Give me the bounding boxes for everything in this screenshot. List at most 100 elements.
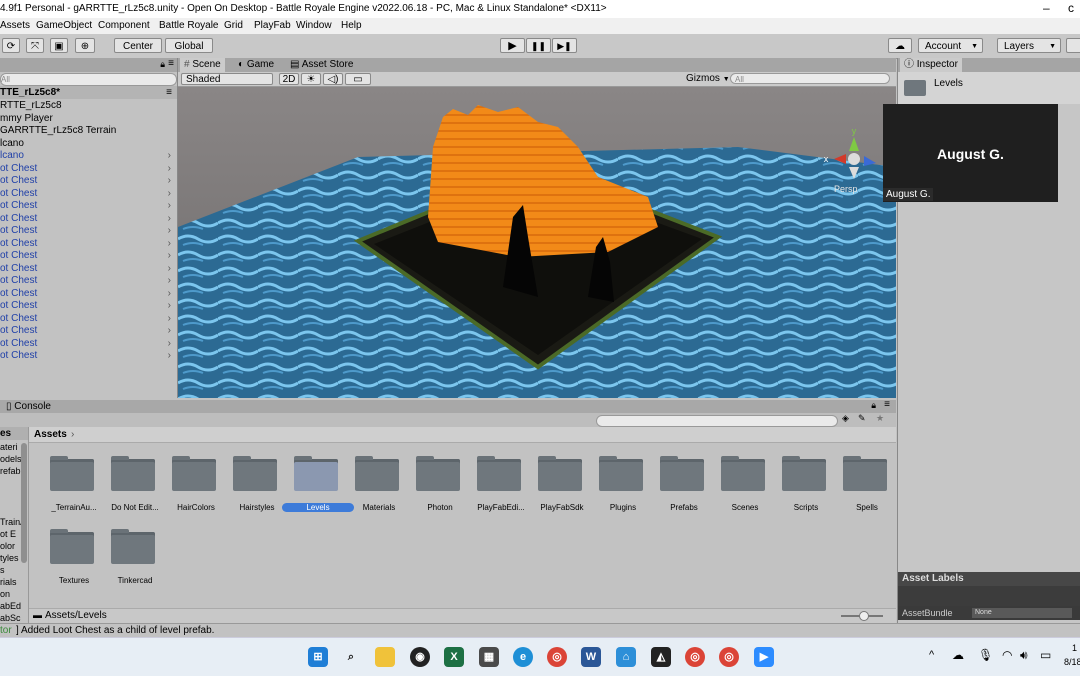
clock-time[interactable]: 1 [1072, 643, 1077, 653]
status-message[interactable]: ] Added Loot Chest as a child of level p… [16, 625, 214, 636]
project-search-input[interactable] [596, 415, 838, 427]
folder-item[interactable]: Scripts [776, 456, 836, 514]
chevron-right-icon[interactable]: › [168, 325, 171, 338]
scene-header[interactable]: TTE_rLz5c8* ≡ [0, 86, 177, 99]
hierarchy-item[interactable]: lcano [0, 138, 177, 151]
chevron-right-icon[interactable]: › [168, 150, 171, 163]
layers-dropdown[interactable]: Layers ▼ [997, 38, 1061, 53]
folder-item[interactable]: Textures [44, 529, 104, 587]
hierarchy-item[interactable]: ot Chest › [0, 225, 177, 238]
pause-button[interactable]: ❚❚ [526, 38, 551, 53]
tab-scene[interactable]: # Scene [180, 58, 225, 72]
chevron-right-icon[interactable]: › [168, 200, 171, 213]
hierarchy-item[interactable]: ot Chest › [0, 238, 177, 251]
minimize-button[interactable]: – [1043, 1, 1050, 15]
project-tree-item[interactable]: ateri [0, 442, 18, 452]
favorite-icon[interactable]: ★ [876, 413, 884, 424]
persp-label[interactable]: Persp [834, 184, 858, 194]
menu-grid[interactable]: Grid [224, 20, 243, 31]
chevron-right-icon[interactable]: › [168, 188, 171, 201]
folder-item[interactable]: Spells [837, 456, 897, 514]
chevron-right-icon[interactable]: › [168, 250, 171, 263]
menu-battle-royale[interactable]: Battle Royale [159, 20, 218, 31]
zoom-slider-thumb[interactable] [859, 611, 869, 621]
folder-item[interactable]: Prefabs [654, 456, 714, 514]
hierarchy-item[interactable]: ot Chest › [0, 275, 177, 288]
chevron-right-icon[interactable]: › [168, 238, 171, 251]
chevron-right-icon[interactable]: › [168, 288, 171, 301]
folder-item[interactable]: Scenes [715, 456, 775, 514]
clock-date[interactable]: 8/18 [1064, 657, 1080, 667]
folder-item[interactable]: Hairstyles [227, 456, 287, 514]
chevron-right-icon[interactable]: › [168, 275, 171, 288]
filter-label-icon[interactable]: ✎ [858, 413, 866, 424]
start-icon[interactable]: ⊞ [308, 647, 328, 667]
project-tree-item[interactable]: s [0, 565, 5, 575]
hierarchy-item[interactable]: ot Chest › [0, 213, 177, 226]
folder-item[interactable]: PlayFabEdi... [471, 456, 531, 514]
play-button[interactable]: ▶ [500, 38, 525, 53]
project-tree-item[interactable]: rials [0, 577, 17, 587]
menu-playfab[interactable]: PlayFab [254, 20, 291, 31]
file-explorer-icon[interactable] [375, 647, 395, 667]
scene-search-input[interactable]: All [730, 73, 890, 84]
project-tree-item[interactable]: abEd [0, 601, 21, 611]
cloud-icon[interactable]: ☁ [888, 38, 912, 53]
chevron-right-icon[interactable]: › [168, 263, 171, 276]
gizmos-dropdown[interactable]: Gizmos ▼ [686, 73, 730, 84]
project-tree-item[interactable]: on [0, 589, 10, 599]
folder-item[interactable]: Materials [349, 456, 409, 514]
tab-asset-store[interactable]: ▤ Asset Store [286, 58, 357, 72]
chrome-icon[interactable]: ◎ [547, 647, 567, 667]
search-icon[interactable]: ⌕ [341, 647, 361, 667]
project-tree-header[interactable]: es [0, 427, 28, 440]
hierarchy-item[interactable]: ot Chest › [0, 163, 177, 176]
scene-viewport[interactable]: y x Persp [178, 87, 896, 398]
folder-item[interactable]: Tinkercad [105, 529, 165, 587]
chevron-right-icon[interactable]: › [168, 300, 171, 313]
hierarchy-item[interactable]: ot Chest › [0, 175, 177, 188]
space-global-button[interactable]: Global [165, 38, 213, 53]
menu-component[interactable]: Component [98, 20, 150, 31]
lock-icon[interactable]: 🔒︎ [160, 59, 165, 70]
menu-icon[interactable]: ≡ [884, 399, 890, 410]
folder-item[interactable]: Photon [410, 456, 470, 514]
2d-toggle[interactable]: 2D [279, 73, 299, 85]
project-tree-item[interactable]: abSc [0, 613, 21, 623]
lighting-icon[interactable]: ☀ [301, 73, 321, 85]
folder-item[interactable]: PlayFabSdk [532, 456, 592, 514]
transform-tool-icon[interactable]: ⊕ [75, 38, 95, 53]
hierarchy-item[interactable]: ot Chest › [0, 263, 177, 276]
filter-type-icon[interactable]: ◈ [842, 413, 849, 424]
hierarchy-search-input[interactable]: All [0, 73, 177, 86]
hierarchy-item[interactable]: ot Chest › [0, 313, 177, 326]
menu-window[interactable]: Window [296, 20, 332, 31]
tab-inspector[interactable]: ⓘ Inspector [900, 58, 962, 72]
folder-item[interactable]: HairColors [166, 456, 226, 514]
tab-console[interactable]: ▯ Console [2, 400, 55, 413]
hierarchy-item[interactable]: ot Chest › [0, 200, 177, 213]
folder-item[interactable]: Do Not Edit... [105, 456, 165, 514]
hierarchy-item[interactable]: GARRTTE_rLz5c8 Terrain [0, 125, 177, 138]
audio-icon[interactable]: ◁) [323, 73, 343, 85]
chrome-notify-icon[interactable]: ◎ [719, 647, 739, 667]
calculator-icon[interactable]: ▦ [479, 647, 499, 667]
menu-help[interactable]: Help [341, 20, 362, 31]
hierarchy-item[interactable]: mmy Player [0, 113, 177, 126]
lock-icon[interactable]: 🔒︎ [871, 400, 876, 411]
project-tree-item[interactable]: tyles [0, 553, 19, 563]
step-button[interactable]: ▶❚ [552, 38, 577, 53]
network-icon[interactable]: ⌂ [616, 647, 636, 667]
volume-icon[interactable]: 🔊︎ [1020, 648, 1028, 663]
excel-icon[interactable]: X [444, 647, 464, 667]
hierarchy-item[interactable]: ot Chest › [0, 325, 177, 338]
chevron-right-icon[interactable]: › [168, 225, 171, 238]
assetbundle-dropdown[interactable]: None [972, 608, 1072, 618]
menu-gameobject[interactable]: GameObject [36, 20, 92, 31]
effects-icon[interactable]: ▭ [345, 73, 371, 85]
pivot-center-button[interactable]: Center [114, 38, 162, 53]
tree-scrollbar[interactable] [21, 443, 27, 563]
microphone-icon[interactable]: 🎙︎ [978, 648, 993, 662]
scale-tool-icon[interactable]: ⤧ [26, 38, 44, 53]
hierarchy-item[interactable]: ot Chest › [0, 250, 177, 263]
